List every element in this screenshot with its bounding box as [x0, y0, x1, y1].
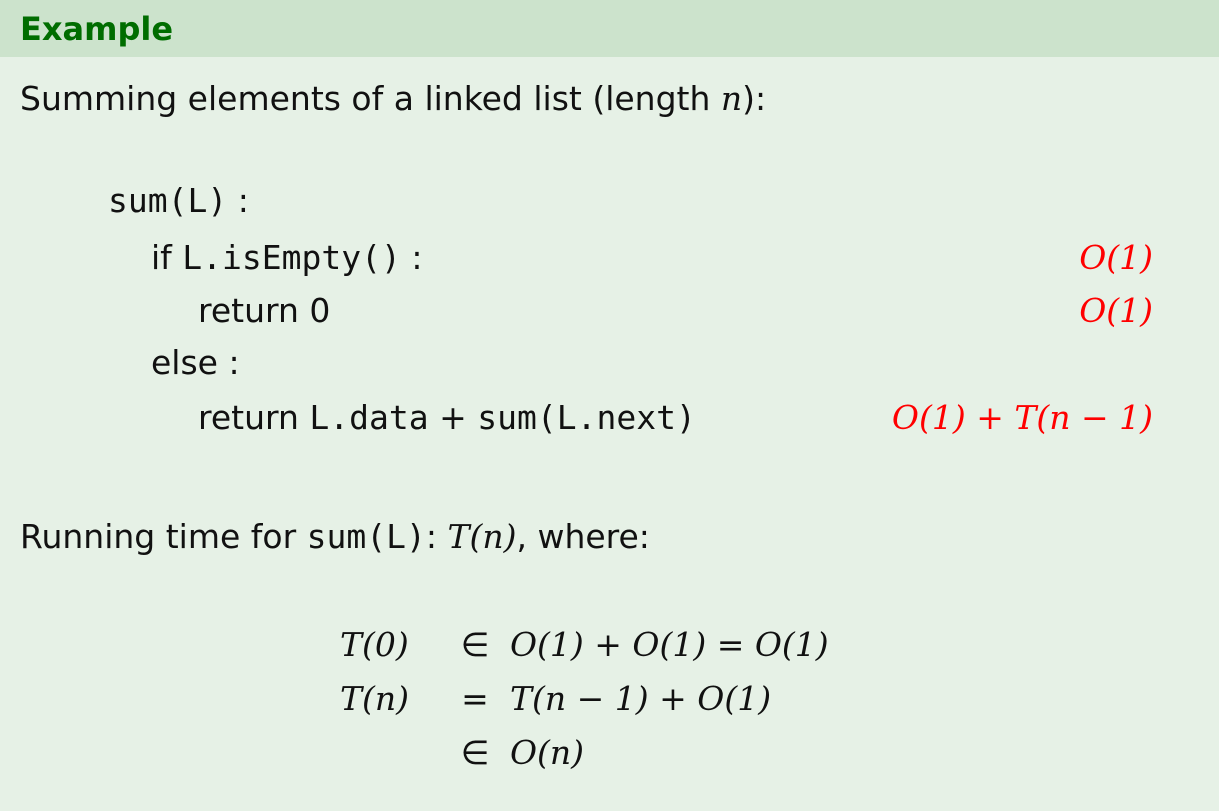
- block-title: Example: [20, 9, 174, 48]
- var-n: n: [720, 79, 743, 118]
- cost-if: O(1): [1079, 238, 1153, 277]
- running-time-text: Running time for sum(L): T(n), where:: [20, 517, 650, 556]
- code-line-sum: sum(L) :: [108, 181, 249, 220]
- cost-return-zero: O(1): [1079, 291, 1153, 330]
- code-line-return-zero: return 0: [198, 291, 331, 330]
- intro-text: Summing elements of a linked list (lengt…: [20, 79, 767, 118]
- code-line-return-sum: return L.data + sum(L.next): [198, 398, 696, 437]
- recurrence-equations: T(0) ∈ O(1) + O(1) = O(1) T(n) = T(n − 1) + …: [340, 617, 829, 779]
- code-line-if: if L.isEmpty() :: [151, 238, 423, 277]
- equation-row: T(0) ∈ O(1) + O(1) = O(1): [340, 624, 829, 664]
- equation-row: ∈ O(n): [460, 732, 585, 772]
- equation-row: T(n) = T(n − 1) + O(1): [340, 678, 772, 718]
- cost-return-sum: O(1) + T(n − 1): [891, 398, 1153, 437]
- example-block-header: Example: [0, 0, 1219, 57]
- example-block-body: Summing elements of a linked list (lengt…: [0, 57, 1219, 811]
- code-line-else: else :: [151, 343, 240, 382]
